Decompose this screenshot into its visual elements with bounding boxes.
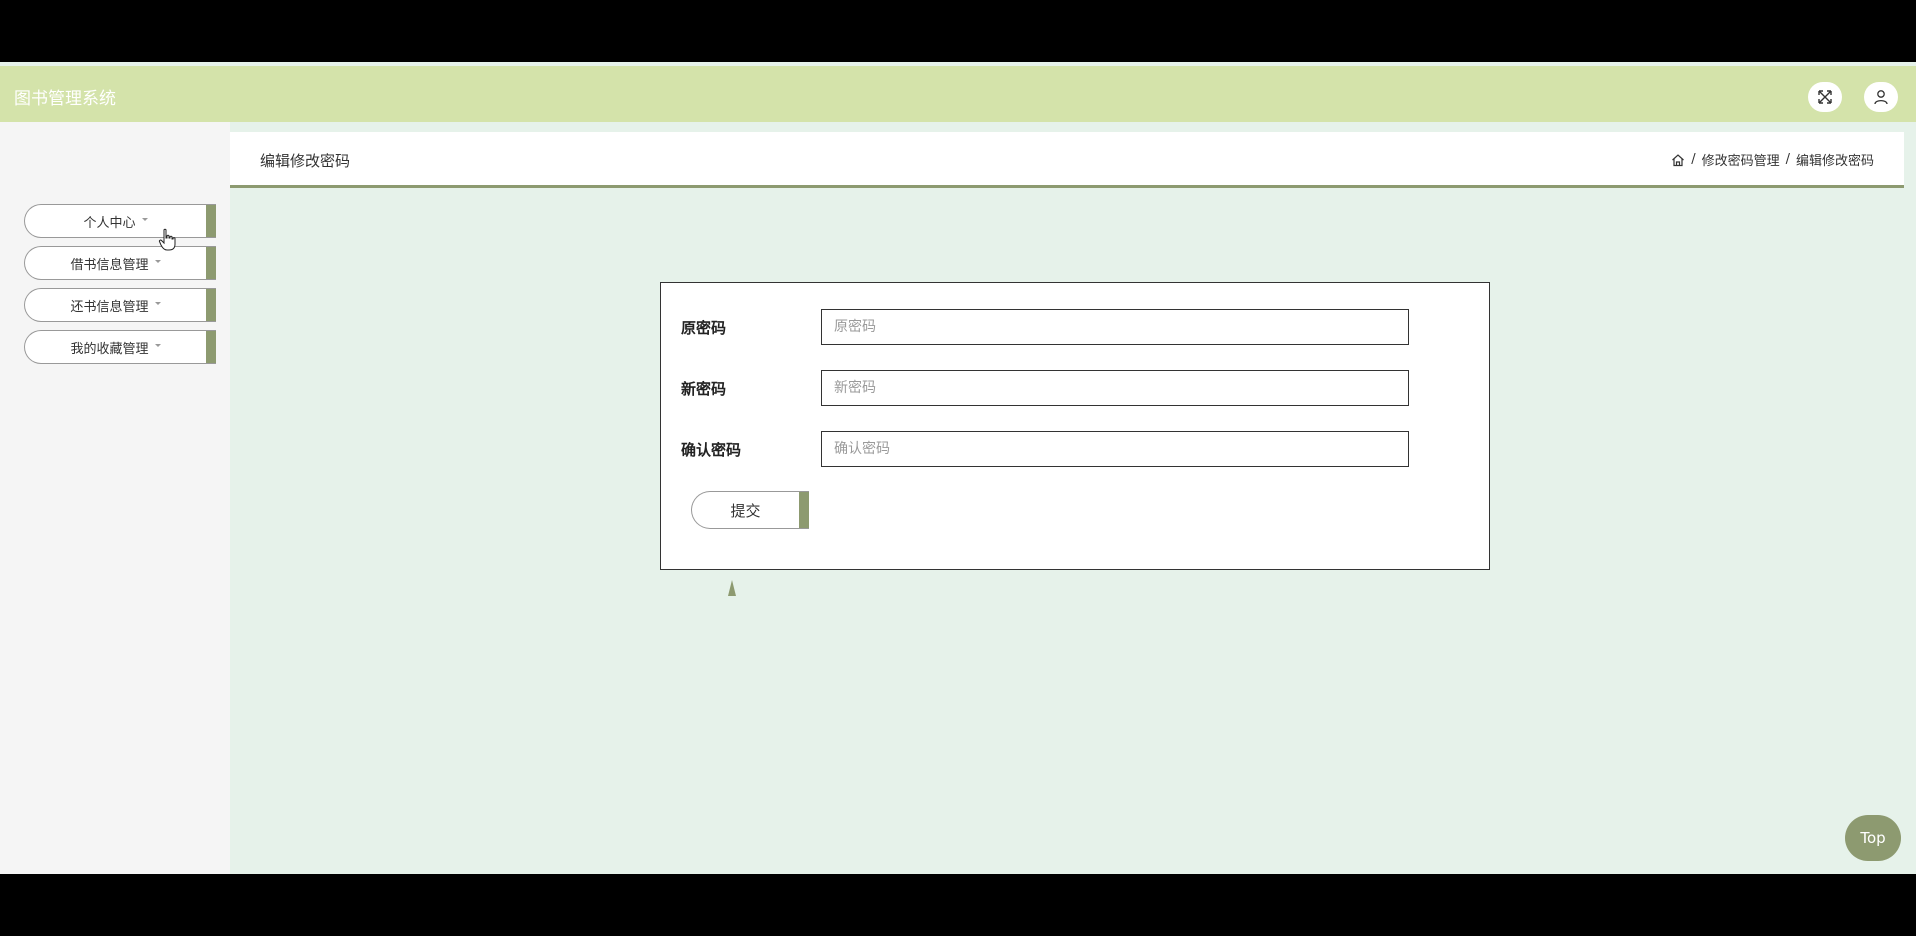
letterbox-top [0,0,1916,62]
breadcrumb-item-edit-password: 编辑修改密码 [1795,154,1874,169]
user-icon [1874,90,1888,105]
new-password-label: 新密码 [681,380,727,398]
form-row-old-password: 原密码 [681,309,1441,345]
sidebar-item-return-management[interactable]: 还书信息管理 [24,288,216,322]
submit-button-label: 提交 [730,501,761,520]
app-title: 图书管理系统 [14,89,116,109]
password-form: 原密码 新密码 确认密码 提交 [660,282,1490,570]
sidebar-item-personal-center[interactable]: 个人中心 [24,204,216,238]
back-to-top-button[interactable]: Top [1845,815,1901,861]
sidebar: 个人中心 借书信息管理 还书信息管理 我的收藏管理 [0,122,230,874]
chevron-down-icon [154,343,161,347]
sidebar-item-borrow-management[interactable]: 借书信息管理 [24,246,216,280]
letterbox-bottom [0,874,1916,936]
sidebar-item-label: 个人中心 [83,215,136,231]
submit-button[interactable]: 提交 [691,491,809,529]
tooltip-arrow [728,580,736,596]
new-password-input[interactable] [821,370,1409,406]
old-password-label: 原密码 [681,319,727,337]
user-button[interactable] [1864,82,1898,112]
page-title: 编辑修改密码 [260,152,351,170]
app-window: 图书管理系统 个人中心 借书信息管理 还书信息管理 我的收藏管理 编辑修改密码 … [0,62,1916,874]
sidebar-item-label: 还书信息管理 [70,299,149,315]
sidebar-item-label: 借书信息管理 [70,257,149,273]
chevron-down-icon [154,259,161,263]
sidebar-item-favorites-management[interactable]: 我的收藏管理 [24,330,216,364]
page-header-card: 编辑修改密码 / 修改密码管理 / 编辑修改密码 [230,132,1904,188]
old-password-input[interactable] [821,309,1409,345]
top-header: 图书管理系统 [0,66,1916,122]
form-row-new-password: 新密码 [681,370,1441,406]
fullscreen-icon [1818,90,1832,104]
chevron-down-icon [141,217,148,221]
confirm-password-input[interactable] [821,431,1409,467]
breadcrumb-separator: / [1691,152,1696,167]
confirm-password-label: 确认密码 [681,441,742,459]
fullscreen-button[interactable] [1808,82,1842,112]
breadcrumb-separator: / [1785,152,1790,167]
sidebar-item-label: 我的收藏管理 [70,341,149,357]
hand-cursor-icon [158,228,176,251]
breadcrumb-item-password-management[interactable]: 修改密码管理 [1702,150,1780,169]
home-icon[interactable] [1671,153,1685,167]
breadcrumb: / 修改密码管理 / 编辑修改密码 [1671,150,1874,169]
form-row-confirm-password: 确认密码 [681,431,1441,467]
chevron-down-icon [154,301,161,305]
